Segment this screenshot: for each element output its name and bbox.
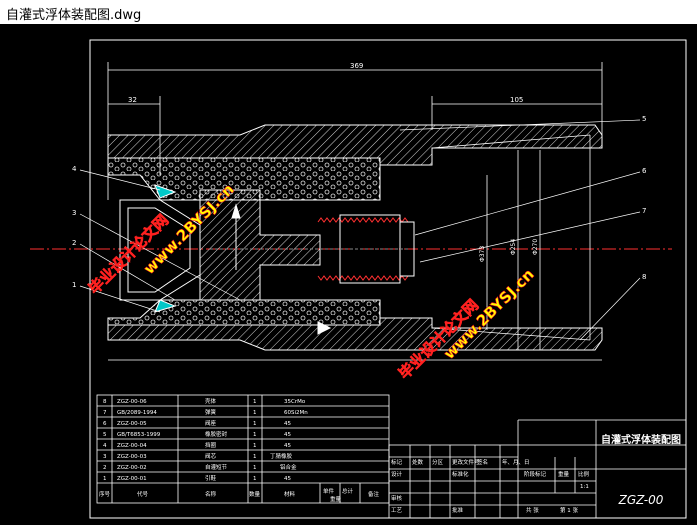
leader-label: 2	[72, 239, 76, 247]
bom-code: ZGZ-00-02	[117, 465, 147, 471]
bom-qty: 1	[253, 410, 257, 416]
bom-qty: 1	[253, 454, 257, 460]
bom-mat: 60Si2Mn	[284, 410, 308, 416]
bom-qty: 1	[253, 443, 257, 449]
dim-right: 105	[510, 96, 523, 104]
tb-design: 设计	[391, 470, 403, 478]
dim-d3: Φ270	[532, 239, 539, 255]
bom-name: 引鞋	[205, 474, 217, 482]
bom-no: 6	[103, 421, 107, 427]
bom-name: 橡胶密封	[205, 430, 228, 438]
bom-header-mat: 材料	[284, 490, 296, 498]
tb-ratio: 比例	[578, 470, 590, 478]
bom-code: GB/2089-1994	[117, 410, 157, 416]
bom-name: 挡圈	[205, 441, 217, 449]
leader-label: 7	[642, 207, 646, 215]
drawing-svg: 369 32 105 Φ373 Φ254 Φ270 5 6 7 8 4 3 2 …	[30, 39, 687, 519]
bom-no: 5	[103, 432, 107, 438]
window-title: 自灌式浮体装配图.dwg	[6, 8, 142, 23]
bom-name: 阀座	[205, 419, 217, 427]
leader-label: 6	[642, 167, 647, 175]
leader-label: 8	[642, 273, 646, 281]
bom-header-no: 序号	[99, 490, 111, 498]
bom-code: ZGZ-00-04	[117, 443, 147, 449]
tb-zone: 分区	[432, 458, 444, 466]
bom-code: ZGZ-00-05	[117, 421, 147, 427]
tb-stage: 阶段标记	[524, 470, 547, 478]
bom-mat: 45	[284, 421, 291, 427]
bom-code: GB/T6853-1999	[117, 432, 161, 438]
tb-check: 审核	[391, 494, 403, 502]
bom-qty: 1	[253, 399, 257, 405]
bom-mat: 45	[284, 443, 291, 449]
drawing-title: 自灌式浮体装配图	[601, 433, 681, 446]
bom-no: 7	[103, 410, 107, 416]
tb-sheet: 第 1 张	[560, 506, 578, 514]
bom-mat: 35CrMo	[284, 399, 306, 405]
tb-date: 年、月、日	[502, 458, 530, 466]
drawing-number: ZGZ-00	[618, 493, 664, 507]
cad-drawing-canvas[interactable]: 369 32 105 Φ373 Φ254 Φ270 5 6 7 8 4 3 2 …	[0, 24, 697, 525]
tb-count: 处数	[412, 458, 424, 466]
leader-label: 4	[72, 165, 77, 173]
bom-header-name: 名称	[205, 490, 217, 498]
bom-qty: 1	[253, 476, 257, 482]
leader-label: 3	[72, 209, 76, 217]
bom-name: 壳体	[205, 397, 217, 405]
bom-qty: 1	[253, 465, 257, 471]
tb-sheets: 共 张	[526, 506, 539, 514]
bom-no: 8	[103, 399, 107, 405]
tb-weight: 重量	[558, 470, 570, 478]
tb-sign: 签名	[477, 458, 488, 466]
bom-header-total: 总计	[342, 487, 354, 495]
bom-qty: 1	[253, 432, 257, 438]
bom-mat: 铝合金	[280, 463, 297, 471]
bom-mat: 45	[284, 476, 291, 482]
bom-no: 2	[103, 465, 107, 471]
bom-name: 自灌短节	[205, 463, 228, 471]
bom-qty: 1	[253, 421, 257, 427]
dim-left: 32	[128, 96, 137, 104]
bom-header-remark: 备注	[368, 490, 380, 498]
tb-change: 更改文件号	[452, 458, 480, 466]
watermarks: 毕业设计论文网 www.2BYSJ.cn 毕业设计论文网 www.2BYSJ.c…	[85, 180, 538, 383]
bom-no: 4	[103, 443, 107, 449]
bom-no: 3	[103, 454, 107, 460]
leader-label: 1	[72, 281, 76, 289]
bom-mat: 45	[284, 432, 291, 438]
bom-header-qty: 数量	[249, 490, 261, 498]
bom-code: ZGZ-00-06	[117, 399, 147, 405]
bom-name: 阀芯	[205, 452, 217, 460]
tb-approve: 批准	[452, 506, 464, 514]
bom-code: ZGZ-00-01	[117, 476, 147, 482]
tb-mark: 标记	[391, 458, 403, 466]
title-block-labels: 标记 处数 分区 更改文件号 签名 年、月、日 设计 标准化 审核 工艺 批准 …	[391, 458, 590, 514]
tb-std: 标准化	[452, 470, 469, 478]
dim-overall: 369	[350, 62, 363, 70]
bom-header-unit: 单件	[323, 487, 335, 495]
bom-no: 1	[103, 476, 107, 482]
tb-scale: 1:1	[580, 484, 589, 490]
bom-name: 弹簧	[205, 408, 217, 416]
bom-mat: 丁腈橡胶	[270, 452, 293, 460]
bom-code: ZGZ-00-03	[117, 454, 147, 460]
bom-header-code: 代号	[137, 490, 149, 498]
outer-housing-upper	[107, 124, 603, 201]
window-titlebar: 自灌式浮体装配图.dwg	[0, 0, 697, 24]
outer-housing-lower	[107, 299, 603, 351]
tb-process: 工艺	[391, 507, 403, 514]
leader-label: 5	[642, 115, 646, 123]
bom-header-weight: 重量	[330, 495, 342, 503]
